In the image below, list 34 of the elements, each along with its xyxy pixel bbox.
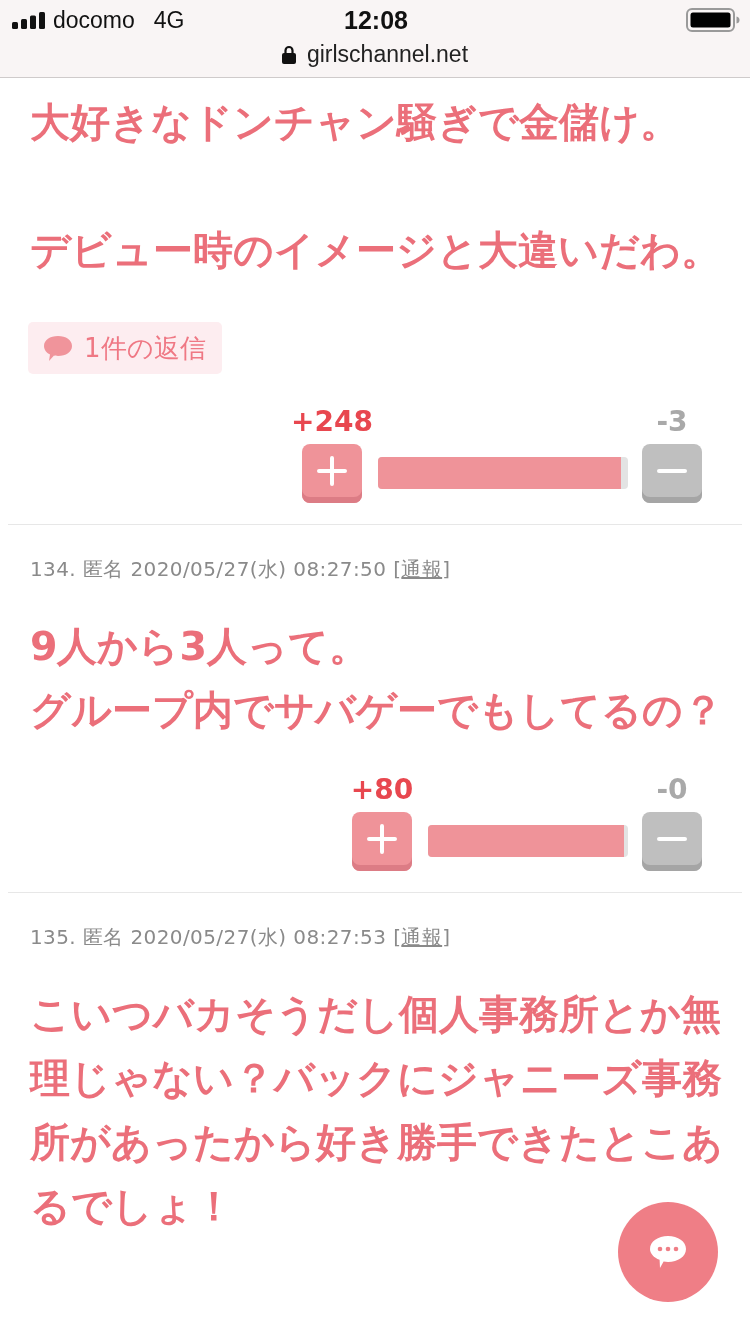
vote-down-button[interactable] [642,444,702,503]
signal-icon [12,11,46,29]
vote-down-button[interactable] [642,812,702,871]
carrier-name: docomo [53,6,135,34]
comment-text: るでしょ！ [30,1182,234,1231]
report-link[interactable]: 通報 [401,925,443,949]
comment-text: デビュー時のイメージと大違いだわ。 [30,226,721,275]
comment-text: 大好きなドンチャン騒ぎで金儲け。 [30,98,680,147]
comment-text: こいつバカそうだし個人事務所とか無 [30,990,721,1039]
replies-button[interactable]: 1件の返信 [28,322,222,374]
address-url[interactable]: girlschannel.net [306,41,469,68]
minus-count: -0 [656,774,688,806]
plus-count: +80 [350,774,414,806]
minus-icon [657,836,687,841]
plus-icon [317,455,347,486]
vote-up-button[interactable] [352,812,412,871]
comment-text: 理じゃない？バックにジャニーズ事務 [30,1054,722,1103]
network-type: 4G [153,6,185,34]
plus-count: +248 [291,406,373,438]
comment-text: グループ内でサバゲーでもしてるの？ [30,686,723,735]
chat-bubble-icon [650,1236,686,1268]
battery-icon [686,8,740,32]
minus-count: -3 [656,406,688,438]
report-link[interactable]: 通報 [401,557,443,581]
comment-text: 9人から3人って。 [30,622,369,671]
comment-text: 所があったから好き勝手できたとこあ [30,1118,723,1167]
comment-meta: 134. 匿名 2020/05/27(水) 08:27:50 [通報] [30,556,451,582]
plus-icon [367,823,397,854]
minus-icon [657,468,687,473]
clock-time: 12:08 [344,5,408,35]
comment-meta: 135. 匿名 2020/05/27(水) 08:27:53 [通報] [30,924,451,950]
speech-bubble-icon [44,335,72,361]
lock-icon [281,45,296,64]
vote-up-button[interactable] [302,444,362,503]
